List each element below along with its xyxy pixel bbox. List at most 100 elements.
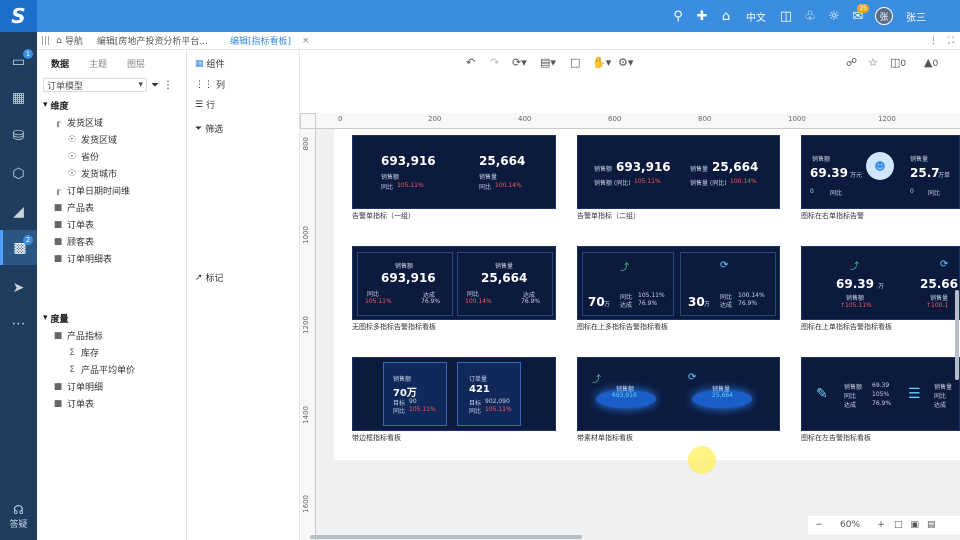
fit-width-icon[interactable]: ▣ (911, 520, 920, 530)
kpi-card-4[interactable]: 销售额 693,916 同比 105.11% 达成 76.9% 25,664 销… (352, 246, 556, 320)
bag-icon[interactable]: ◫ (775, 0, 797, 32)
tree-item[interactable]: ☉ 发货城市 (37, 165, 186, 182)
tree-item[interactable]: ■ 产品表 (37, 199, 186, 216)
tab-editor-2[interactable]: 编辑[指标看板] × (230, 34, 310, 48)
tab-theme[interactable]: 主题 (89, 57, 107, 70)
horizontal-scrollbar[interactable] (310, 535, 582, 539)
ruler-corner[interactable] (300, 113, 316, 129)
kpi-ratio-value: 100.14% (738, 292, 765, 299)
actual-size-icon[interactable]: ▤ (927, 520, 936, 530)
nav-dashboard[interactable]: ▩ 2 (0, 230, 37, 265)
tab-editor-1[interactable]: 编辑[房地产投资分析平台... (97, 34, 208, 47)
kpi-card-1[interactable]: 693,916 销售额 同比 105.11% 25,664 销售量 同比 100… (352, 135, 556, 209)
preview-icon[interactable]: □ (570, 56, 580, 69)
refresh-icon[interactable]: ⟳▾ (512, 56, 527, 69)
message-icon[interactable]: ✉ 25 (847, 0, 869, 32)
fit-screen-icon[interactable]: □ (894, 520, 903, 530)
tree-item[interactable]: ☉ 省份 (37, 148, 186, 165)
nav-apps[interactable]: ▦ (0, 80, 37, 115)
kpi-card-8[interactable]: ⤴ 销售额 693,916 ⟳ 销售量 25,664 (577, 357, 780, 431)
nav-database[interactable]: ⛁ (0, 118, 37, 153)
more-vertical-icon[interactable]: ⋮ (163, 80, 173, 91)
save-icon[interactable]: ▤▾ (540, 56, 556, 69)
tree-item[interactable]: Σ 产品平均单价 (37, 361, 186, 378)
tree-item[interactable]: ┎ 订单日期时间维 (37, 182, 186, 199)
share-icon[interactable]: ☍ (846, 56, 857, 69)
kpi-card-9[interactable]: ✎ 销售额 69.39 同比 105% 达成 76.9% ☰ 销售量 同比 达成 (801, 357, 960, 431)
zoom-level[interactable]: 60% (840, 520, 860, 530)
user-name[interactable]: 张三 (906, 9, 926, 24)
settings-icon[interactable]: ⚙▾ (618, 56, 633, 69)
avatar[interactable]: 张 (871, 0, 897, 32)
tab-nav[interactable]: ⌂ 导航 (56, 34, 83, 48)
filter-icon[interactable]: ⏷ (151, 80, 159, 91)
tree-item[interactable]: ■ 订单表 (37, 216, 186, 233)
kpi-card-5[interactable]: ⤴ 70 万 同比 105.11% 达成 76.9% ⟳ 30 万 同比 100… (577, 246, 780, 320)
hand-icon[interactable]: ✋▾ (592, 56, 611, 69)
zoom-in-button[interactable]: + (874, 520, 888, 530)
ruler-tick: 0 (338, 115, 343, 123)
bell-icon[interactable]: ♧ (799, 0, 821, 32)
close-icon[interactable]: × (302, 36, 310, 46)
kpi-achieve-label: 达成 (720, 302, 733, 309)
row-shelf[interactable]: ☰ 行 (195, 98, 215, 112)
column-shelf[interactable]: ⋮⋮ 列 (195, 78, 225, 92)
nav-more[interactable]: ⋯ (0, 306, 37, 341)
measure-header[interactable]: ▾ 度量 (37, 309, 186, 327)
comment-button[interactable]: ◫0 (890, 56, 906, 69)
kpi-ratio-label: 同比 (844, 393, 857, 400)
tree-item[interactable]: ┎ 发货区域 (37, 114, 186, 131)
kpi-card-2[interactable]: 销售额 693,916 销售额 (同比) 105.11% 销售量 25,664 … (577, 135, 780, 209)
kpi-ratio-label: 同比 (467, 291, 480, 298)
card-caption: 带边框指标看板 (352, 434, 401, 442)
redo-icon[interactable]: ↷ (490, 56, 499, 69)
help-button[interactable]: ☊ 答疑 (0, 503, 37, 530)
star-icon[interactable]: ☆ (868, 56, 878, 69)
kpi-card-7[interactable]: 销售额 70万 目标 90 同比 105.11% 订单量 421 目标 902,… (352, 357, 556, 431)
plus-icon[interactable]: ✚ (691, 0, 713, 32)
tab-data[interactable]: 数据 (51, 57, 69, 70)
nav-send[interactable]: ➤ (0, 270, 37, 305)
kpi-card-3[interactable]: 销售额 69.39 万元 0 同比 ☻ 销售量 25.7 万单 0 同比 (801, 135, 960, 209)
folder-icon: ■ (53, 398, 63, 409)
like-button[interactable]: ▲0 (924, 56, 938, 69)
vertical-scrollbar[interactable] (955, 290, 959, 380)
filter-shelf[interactable]: ⏷ 筛选 (195, 122, 223, 136)
more-vertical-icon[interactable]: ⋮ (929, 36, 938, 46)
tree-item[interactable]: ■ 订单表 (37, 395, 186, 412)
kpi-value: 25,664 (479, 154, 526, 168)
kpi-card-6[interactable]: ⤴ 69.39 万 销售额 ↑105.11% ⟳ 25.66 销售量 ↑100.… (801, 246, 960, 320)
components-button[interactable]: ▦ 组件 (195, 57, 225, 71)
mark-shelf[interactable]: ➚ 标记 (195, 271, 224, 285)
nav-layers[interactable]: ◢ (0, 194, 37, 229)
user-icon: ☻ (866, 152, 894, 180)
dimension-header[interactable]: ▾ 维度 (37, 96, 186, 114)
left-nav: ▭ 1 ▦ ⛁ ⬡ ◢ ▩ 2 ➤ ⋯ ☊ 答疑 (0, 32, 37, 540)
tree-item[interactable]: ■ 产品指标 (37, 327, 186, 344)
search-icon[interactable]: ⚲ (667, 0, 689, 32)
model-select[interactable]: 订单模型 ▾ (43, 78, 147, 92)
undo-icon[interactable]: ↶ (466, 56, 475, 69)
zoom-controls: − 60% + □ ▣ ▤ (808, 516, 960, 534)
tree-item-label: 发货城市 (81, 170, 118, 180)
kpi-label: 订单量 (469, 376, 488, 383)
zoom-out-button[interactable]: − (812, 520, 826, 530)
fullscreen-icon[interactable]: ⛶ (948, 36, 954, 46)
tree-item[interactable]: ■ 订单明细表 (37, 250, 186, 267)
tree-item[interactable]: ☉ 发货区域 (37, 131, 186, 148)
tree-item[interactable]: ■ 顾客表 (37, 233, 186, 250)
nav-monitor[interactable]: ▭ 1 (0, 44, 37, 79)
pin-icon: ➚ (195, 272, 203, 283)
nav-cube[interactable]: ⬡ (0, 156, 37, 191)
home-icon[interactable]: ⌂ (715, 0, 737, 32)
menu-icon[interactable]: ||| (41, 36, 50, 46)
globe-icon: ☉ (67, 168, 77, 179)
theme-icon[interactable]: ☼ (823, 0, 845, 32)
language-switch[interactable]: 中文 (746, 9, 766, 24)
kpi-ratio-label: 同比 (381, 184, 394, 191)
tree-item[interactable]: ■ 订单明细 (37, 378, 186, 395)
avatar-char: 张 (875, 7, 893, 25)
app-logo[interactable]: S (0, 0, 37, 32)
tab-layer[interactable]: 图层 (127, 57, 145, 70)
tree-item[interactable]: Σ 库存 (37, 344, 186, 361)
